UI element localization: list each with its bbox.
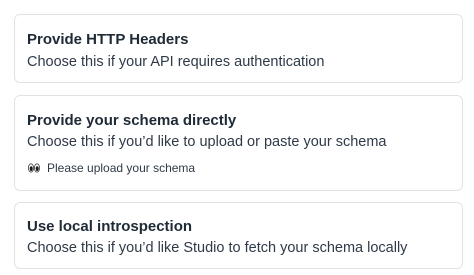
- option-description: Choose this if your API requires authent…: [27, 54, 325, 70]
- option-description: Choose this if you’d like to upload or p…: [27, 134, 387, 150]
- upload-hint: Please upload your schema: [27, 161, 195, 175]
- option-title: Provide your schema directly: [27, 112, 237, 129]
- option-card-schema-directly[interactable]: Provide your schema directly Choose this…: [14, 95, 463, 191]
- option-card-http-headers[interactable]: Provide HTTP Headers Choose this if your…: [14, 14, 463, 83]
- option-description: Choose this if you’d like Studio to fetc…: [27, 240, 408, 256]
- option-title: Use local introspection: [27, 218, 193, 235]
- option-title: Provide HTTP Headers: [27, 31, 189, 48]
- schema-source-options: Provide HTTP Headers Choose this if your…: [0, 0, 474, 275]
- eyes-icon: [27, 162, 41, 174]
- option-card-local-introspection[interactable]: Use local introspection Choose this if y…: [14, 202, 463, 269]
- upload-hint-text: Please upload your schema: [47, 161, 196, 175]
